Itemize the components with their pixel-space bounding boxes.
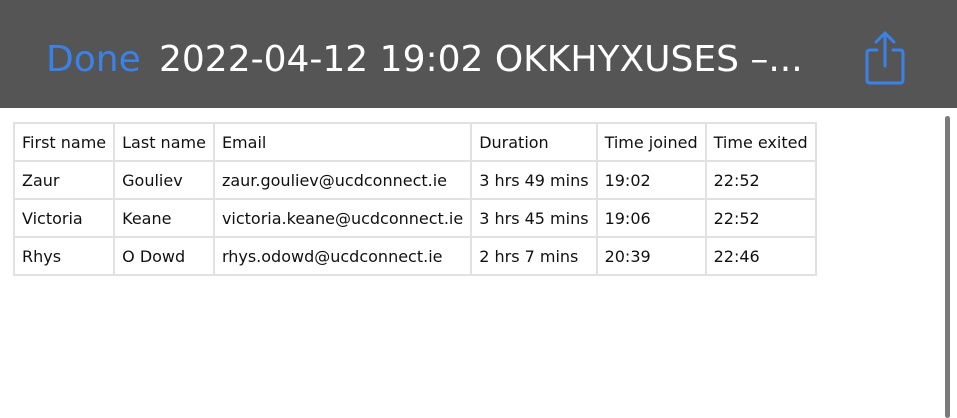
cell-email: victoria.keane@ucdconnect.ie bbox=[212, 198, 473, 238]
done-button[interactable]: Done bbox=[46, 38, 141, 82]
cell-first-name: Rhys bbox=[12, 236, 116, 276]
cell-first-name: Victoria bbox=[12, 198, 116, 238]
cell-time-joined: 19:02 bbox=[595, 160, 707, 200]
table-row: Victoria Keane victoria.keane@ucdconnect… bbox=[12, 198, 817, 238]
cell-last-name: Gouliev bbox=[113, 160, 215, 200]
table-row: Rhys O Dowd rhys.odowd@ucdconnect.ie 2 h… bbox=[12, 236, 817, 276]
document-content: First name Last name Email Duration Time… bbox=[0, 108, 957, 418]
cell-time-exited: 22:46 bbox=[704, 236, 817, 276]
table-row: Zaur Gouliev zaur.gouliev@ucdconnect.ie … bbox=[12, 160, 817, 200]
attendance-table: First name Last name Email Duration Time… bbox=[12, 122, 817, 276]
column-header-time-exited: Time exited bbox=[704, 122, 817, 162]
cell-time-joined: 19:06 bbox=[595, 198, 707, 238]
cell-duration: 3 hrs 49 mins bbox=[470, 160, 598, 200]
column-header-email: Email bbox=[212, 122, 473, 162]
document-title: 2022-04-12 19:02 OKKHYXUSES –... bbox=[159, 39, 803, 80]
cell-time-exited: 22:52 bbox=[704, 160, 817, 200]
cell-first-name: Zaur bbox=[12, 160, 116, 200]
column-header-time-joined: Time joined bbox=[595, 122, 707, 162]
column-header-last-name: Last name bbox=[113, 122, 215, 162]
table-header-row: First name Last name Email Duration Time… bbox=[12, 122, 817, 162]
cell-duration: 3 hrs 45 mins bbox=[470, 198, 598, 238]
share-icon[interactable] bbox=[860, 28, 910, 88]
cell-time-joined: 20:39 bbox=[595, 236, 707, 276]
cell-duration: 2 hrs 7 mins bbox=[470, 236, 598, 276]
column-header-first-name: First name bbox=[12, 122, 116, 162]
navigation-bar: Done 2022-04-12 19:02 OKKHYXUSES –... bbox=[0, 0, 957, 108]
cell-last-name: Keane bbox=[113, 198, 215, 238]
cell-time-exited: 22:52 bbox=[704, 198, 817, 238]
cell-last-name: O Dowd bbox=[113, 236, 215, 276]
column-header-duration: Duration bbox=[470, 122, 598, 162]
cell-email: zaur.gouliev@ucdconnect.ie bbox=[212, 160, 473, 200]
cell-email: rhys.odowd@ucdconnect.ie bbox=[212, 236, 473, 276]
vertical-scrollbar[interactable] bbox=[945, 116, 950, 418]
